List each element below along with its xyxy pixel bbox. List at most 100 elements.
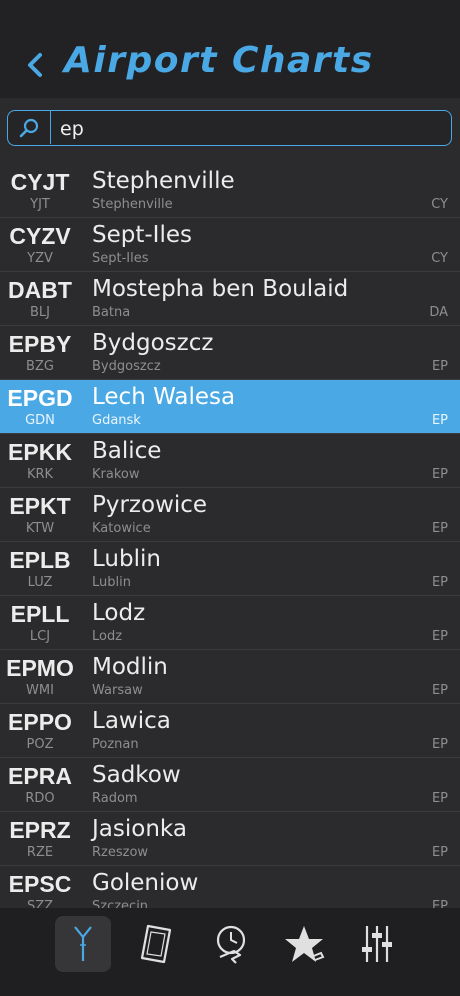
airport-country-code: EP bbox=[431, 575, 448, 590]
airport-iata-code: YJT bbox=[30, 197, 50, 212]
airport-row[interactable]: CYJT YJT Stephenville Stephenville CY bbox=[0, 164, 460, 218]
airport-country-code: EP bbox=[431, 413, 448, 428]
airport-iata-code: BLJ bbox=[30, 305, 50, 320]
search-input[interactable] bbox=[58, 115, 442, 143]
airport-icao-code: EPPO bbox=[8, 709, 72, 735]
airport-icao-code: EPLL bbox=[10, 601, 70, 627]
airport-country-code: EP bbox=[431, 683, 448, 698]
airport-city: Stephenville bbox=[92, 197, 173, 212]
airport-row[interactable]: EPRA RDO Sadkow Radom EP bbox=[0, 758, 460, 812]
airport-iata-code: KTW bbox=[25, 521, 55, 536]
airport-icao-code: EPKK bbox=[8, 439, 72, 465]
tab-recent[interactable] bbox=[203, 916, 259, 972]
tab-runways[interactable] bbox=[55, 916, 111, 972]
airport-name: Lawica bbox=[92, 708, 171, 734]
airport-name: Lublin bbox=[92, 546, 161, 572]
airport-name: Modlin bbox=[92, 654, 168, 680]
airport-row[interactable]: EPKT KTW Pyrzowice Katowice EP bbox=[0, 488, 460, 542]
airport-iata-code: YZV bbox=[27, 251, 53, 266]
airport-iata-code: LCJ bbox=[29, 629, 51, 644]
airport-icao-code: CYJT bbox=[10, 169, 70, 195]
airport-iata-code: BZG bbox=[26, 359, 54, 374]
airport-icao-code: EPSC bbox=[8, 871, 72, 897]
airport-city: Katowice bbox=[92, 521, 151, 536]
airport-city: Warsaw bbox=[92, 683, 143, 698]
airport-country-code: EP bbox=[431, 359, 448, 374]
airport-icao-code: EPGD bbox=[7, 385, 73, 411]
airport-icao-code: EPRZ bbox=[9, 817, 71, 843]
airport-iata-code: GDN bbox=[25, 413, 55, 428]
airport-icao-code: EPBY bbox=[8, 331, 72, 357]
chart-icon bbox=[140, 924, 172, 964]
airport-row[interactable]: EPSC SZZ Goleniow Szczecin EP bbox=[0, 866, 460, 908]
airport-country-code: DA bbox=[429, 305, 448, 320]
airport-name: Sept-Iles bbox=[92, 222, 192, 248]
airport-iata-code: WMI bbox=[26, 683, 54, 698]
airport-name: Pyrzowice bbox=[92, 492, 208, 518]
airport-name: Mostepha ben Boulaid bbox=[92, 276, 349, 302]
airport-country-code: CY bbox=[431, 197, 448, 212]
search-bar bbox=[0, 98, 460, 162]
airport-city: Gdansk bbox=[92, 413, 141, 428]
airport-city: Krakow bbox=[92, 467, 140, 482]
tab-settings[interactable] bbox=[349, 916, 405, 972]
airport-iata-code: SZZ bbox=[26, 899, 54, 908]
tab-favorites[interactable] bbox=[276, 916, 332, 972]
airport-iata-code: KRK bbox=[26, 467, 54, 482]
airport-name: Bydgoszcz bbox=[92, 330, 214, 356]
airport-country-code: EP bbox=[431, 629, 448, 644]
airport-city: Lodz bbox=[92, 629, 123, 644]
settings-sliders-icon bbox=[362, 926, 392, 962]
airport-row[interactable]: EPLL LCJ Lodz Lodz EP bbox=[0, 596, 460, 650]
airport-row[interactable]: DABT BLJ Mostepha ben Boulaid Batna DA bbox=[0, 272, 460, 326]
airport-city: Szczecin bbox=[92, 899, 149, 908]
airport-country-code: EP bbox=[431, 521, 448, 536]
airport-city: Bydgoszcz bbox=[92, 359, 161, 374]
airport-iata-code: POZ bbox=[26, 737, 54, 752]
airport-row[interactable]: EPPO POZ Lawica Poznan EP bbox=[0, 704, 460, 758]
airport-icao-code: EPLB bbox=[9, 547, 71, 573]
airport-city: Poznan bbox=[92, 737, 139, 752]
airport-icao-code: DABT bbox=[8, 277, 72, 303]
airport-row[interactable]: EPMO WMI Modlin Warsaw EP bbox=[0, 650, 460, 704]
airport-country-code: CY bbox=[431, 251, 448, 266]
airport-row[interactable]: CYZV YZV Sept-Iles Sept-Iles CY bbox=[0, 218, 460, 272]
runway-icon bbox=[74, 926, 92, 961]
airport-icao-code: CYZV bbox=[9, 223, 71, 249]
airport-row[interactable]: EPKK KRK Balice Krakow EP bbox=[0, 434, 460, 488]
search-field[interactable] bbox=[7, 110, 452, 146]
airport-row[interactable]: EPBY BZG Bydgoszcz Bydgoszcz EP bbox=[0, 326, 460, 380]
tab-bar bbox=[0, 908, 460, 996]
page-title: Airport Charts bbox=[64, 40, 374, 81]
airport-iata-code: RDO bbox=[25, 791, 55, 806]
airport-city: Rzeszow bbox=[92, 845, 149, 860]
airport-country-code: EP bbox=[431, 899, 448, 908]
airport-city: Lublin bbox=[92, 575, 131, 590]
tab-charts[interactable] bbox=[128, 916, 184, 972]
header-bar: Airport Charts bbox=[0, 0, 460, 98]
airport-row[interactable]: EPGD GDN Lech Walesa Gdansk EP bbox=[0, 380, 460, 434]
airport-city: Radom bbox=[92, 791, 138, 806]
airport-list[interactable]: CYJT YJT Stephenville Stephenville CY CYZV YZV… bbox=[0, 164, 460, 908]
chevron-left-icon bbox=[28, 53, 42, 77]
airport-row[interactable]: EPRZ RZE Jasionka Rzeszow EP bbox=[0, 812, 460, 866]
airport-iata-code: RZE bbox=[26, 845, 54, 860]
favorites-icon bbox=[285, 926, 325, 962]
airport-country-code: EP bbox=[431, 467, 448, 482]
airport-iata-code: LUZ bbox=[27, 575, 53, 590]
back-button[interactable] bbox=[24, 50, 48, 80]
airport-row[interactable]: EPLB LUZ Lublin Lublin EP bbox=[0, 542, 460, 596]
airport-name: Jasionka bbox=[92, 816, 187, 842]
airport-city: Batna bbox=[92, 305, 131, 320]
airport-name: Goleniow bbox=[92, 870, 199, 896]
airport-icao-code: EPRA bbox=[8, 763, 72, 789]
airport-city: Sept-Iles bbox=[92, 251, 149, 266]
airport-name: Lech Walesa bbox=[92, 384, 236, 410]
recent-flights-icon bbox=[216, 925, 246, 964]
airport-country-code: EP bbox=[431, 737, 448, 752]
airport-country-code: EP bbox=[431, 845, 448, 860]
airport-name: Balice bbox=[92, 438, 162, 464]
search-icon bbox=[8, 111, 51, 144]
airport-name: Sadkow bbox=[92, 762, 181, 788]
airport-name: Stephenville bbox=[92, 168, 235, 194]
